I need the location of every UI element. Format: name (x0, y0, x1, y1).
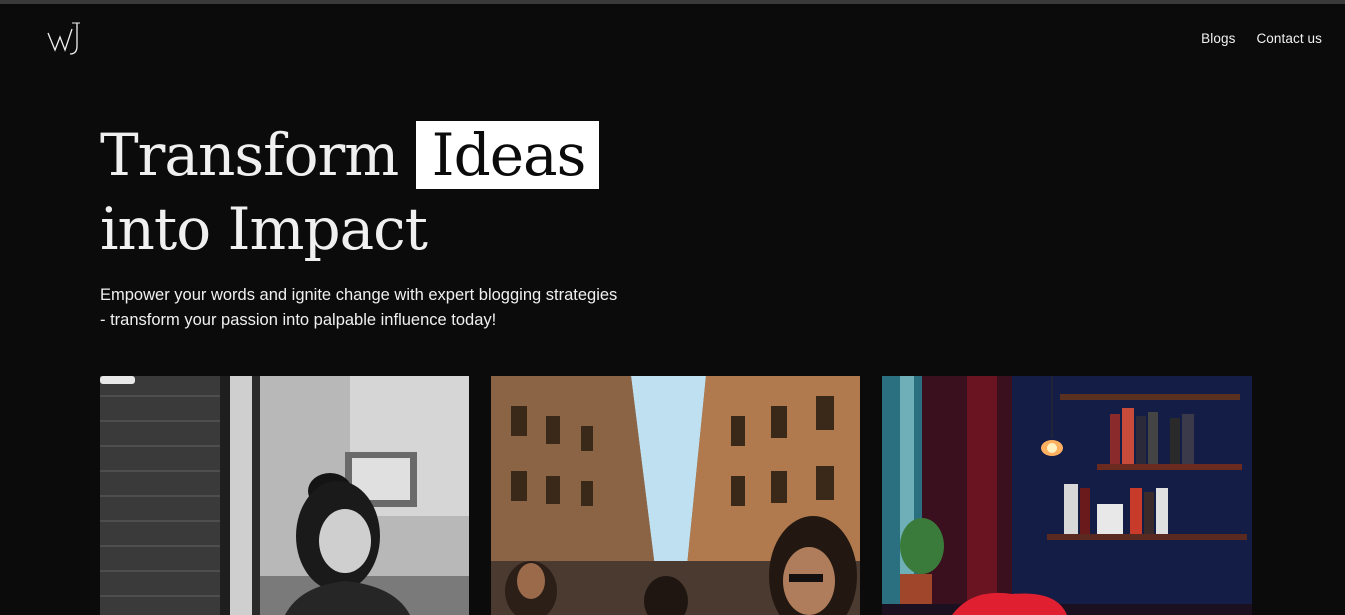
monogram-logo-icon (47, 22, 80, 55)
cozy-dark-room-bookshelf-photo (882, 376, 1252, 615)
hero-subtitle-line1: Empower your words and ignite change wit… (100, 286, 618, 304)
hero-title-line2: into Impact (100, 195, 428, 263)
blog-card-2[interactable] (491, 376, 860, 615)
site-logo[interactable] (46, 19, 82, 57)
blog-card-1[interactable] (100, 376, 469, 615)
hero-subtitle: Empower your words and ignite change wit… (100, 283, 700, 333)
window-top-border (0, 0, 1345, 4)
nav-contact-link[interactable]: Contact us (1256, 31, 1322, 46)
nav-blogs-link[interactable]: Blogs (1201, 31, 1235, 46)
blog-card-3[interactable] (882, 376, 1252, 615)
hero-title: Transform Ideas into Impact (100, 118, 600, 266)
busy-city-street-photo (491, 376, 860, 615)
main-nav: Blogs Contact us (1201, 31, 1322, 46)
hero-subtitle-line2: - transform your passion into palpable i… (100, 311, 497, 329)
hero-title-highlight: Ideas (415, 121, 600, 189)
hero-title-part1: Transform (100, 121, 399, 189)
woman-writing-cafe-photo (100, 376, 469, 615)
